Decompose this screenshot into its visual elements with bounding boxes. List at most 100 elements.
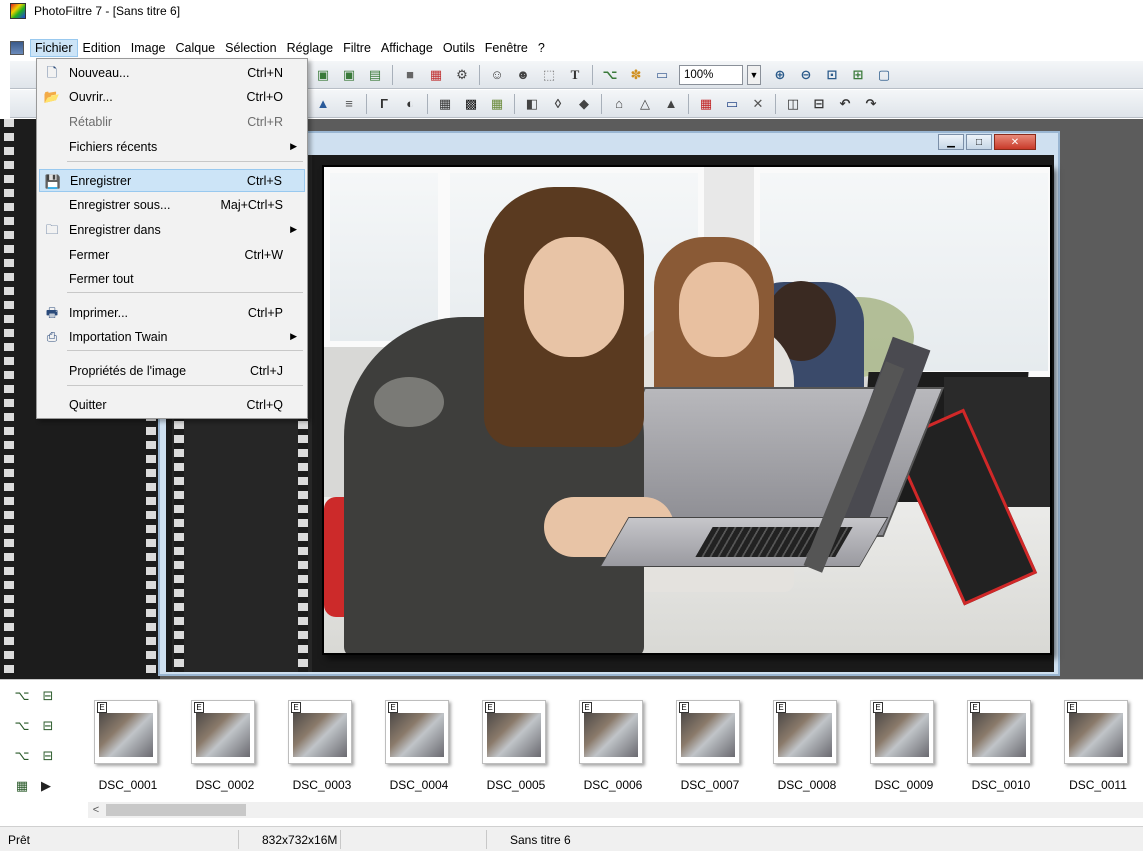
menu-affichage[interactable]: Affichage bbox=[376, 39, 438, 57]
rotate-left-icon[interactable]: ↶ bbox=[834, 93, 856, 115]
menu-item-quitter[interactable]: Quitter Ctrl+Q bbox=[39, 393, 305, 416]
menu-item-nouveau[interactable]: 🗋 Nouveau... Ctrl+N bbox=[39, 61, 305, 84]
thumbnail-item[interactable]: E DSC_0010 bbox=[961, 696, 1058, 796]
rotate-right-icon[interactable]: ↷ bbox=[860, 93, 882, 115]
zoom-combobox[interactable]: 100% bbox=[679, 64, 743, 85]
grid-dark-icon[interactable]: ▦ bbox=[434, 93, 456, 115]
folder-add-icon[interactable]: ⌥ bbox=[12, 746, 32, 766]
thumbnail-frame: E bbox=[773, 700, 837, 764]
thumbnail-frame: E bbox=[870, 700, 934, 764]
folder-up-icon[interactable]: ⌥ bbox=[12, 716, 32, 736]
thumbnail-item[interactable]: E DSC_0011 bbox=[1058, 696, 1143, 796]
drop-light-icon[interactable]: ◊ bbox=[547, 93, 569, 115]
thumbnail-image bbox=[487, 713, 541, 757]
automation-icon[interactable]: ⚙ bbox=[451, 64, 473, 86]
thumbnail-item[interactable]: E DSC_0008 bbox=[767, 696, 864, 796]
menu-item-fichiers-recents[interactable]: Fichiers récents ▶ bbox=[39, 135, 305, 158]
menu-item-imprimer[interactable]: 🖶 Imprimer... Ctrl+P bbox=[39, 301, 305, 324]
selection-rectangle-icon[interactable]: ⬚ bbox=[538, 64, 560, 86]
menu-item-label: Fichiers récents bbox=[69, 139, 158, 154]
plugin-icon[interactable]: ✽ bbox=[625, 64, 647, 86]
flip-horizontal-icon[interactable]: ◫ bbox=[782, 93, 804, 115]
folder-list-icon[interactable]: ⊟ bbox=[38, 686, 58, 706]
maximize-icon[interactable]: □ bbox=[966, 134, 992, 150]
mountain-levels-icon[interactable]: ▲ bbox=[312, 93, 334, 115]
balance-icon[interactable]: ≡ bbox=[338, 93, 360, 115]
menu-reglage[interactable]: Réglage bbox=[282, 39, 339, 57]
menu-fichier[interactable]: Fichier bbox=[30, 39, 78, 57]
contrast-icon[interactable]: ◧ bbox=[521, 93, 543, 115]
menu-item-proprietes-image[interactable]: Propriétés de l'image Ctrl+J bbox=[39, 359, 305, 382]
menu-item-importation-twain[interactable]: ⎙ Importation Twain ▶ bbox=[39, 325, 305, 348]
menu-item-enregistrer[interactable]: 💾 Enregistrer Ctrl+S bbox=[39, 169, 305, 192]
menu-outils[interactable]: Outils bbox=[438, 39, 480, 57]
thumbnail-item[interactable]: E DSC_0003 bbox=[282, 696, 379, 796]
menu-item-fermer-tout[interactable]: Fermer tout bbox=[39, 267, 305, 290]
menu-item-shortcut: Ctrl+Q bbox=[246, 397, 283, 412]
thumbnail-item[interactable]: E DSC_0009 bbox=[864, 696, 961, 796]
lasso-person-icon[interactable]: ☻ bbox=[512, 64, 534, 86]
menu-image[interactable]: Image bbox=[126, 39, 171, 57]
thumbnail-image bbox=[584, 713, 638, 757]
rgb-palette-icon[interactable]: ▦ bbox=[695, 93, 717, 115]
menu-edition[interactable]: Edition bbox=[78, 39, 126, 57]
auto-levels-icon[interactable]: Γ bbox=[373, 93, 395, 115]
fullscreen-icon[interactable]: ▢ bbox=[873, 64, 895, 86]
document-control-icon[interactable] bbox=[10, 41, 24, 55]
thumbnail-label: DSC_0008 bbox=[777, 778, 837, 792]
thumbnail-item[interactable]: E DSC_0004 bbox=[379, 696, 476, 796]
panel-icon[interactable]: ▭ bbox=[651, 64, 673, 86]
thumbnail-item[interactable]: E DSC_0002 bbox=[185, 696, 282, 796]
zoom-dropdown-icon[interactable]: ▼ bbox=[747, 64, 761, 85]
scroll-left-icon[interactable]: < bbox=[88, 802, 104, 818]
blur-light-icon[interactable]: △ bbox=[634, 93, 656, 115]
exif-badge-icon: E bbox=[388, 702, 398, 713]
thumbnail-scrollbar[interactable]: < bbox=[88, 802, 1143, 818]
layer-new-icon[interactable]: ▤ bbox=[364, 64, 386, 86]
drop-dark-icon[interactable]: ◆ bbox=[573, 93, 595, 115]
grid-green-icon[interactable]: ▦ bbox=[486, 93, 508, 115]
menu-calque[interactable]: Calque bbox=[171, 39, 221, 57]
thumbnail-image bbox=[196, 713, 250, 757]
layer-copy-icon[interactable]: ▣ bbox=[312, 64, 334, 86]
menu-fenetre[interactable]: Fenêtre bbox=[480, 39, 533, 57]
menu-help[interactable]: ? bbox=[533, 39, 550, 57]
thumbnail-item[interactable]: E DSC_0007 bbox=[670, 696, 767, 796]
close-icon[interactable]: ✕ bbox=[994, 134, 1036, 150]
grid-black-icon[interactable]: ▩ bbox=[460, 93, 482, 115]
thumbnail-frame: E bbox=[94, 700, 158, 764]
blur-dark-icon[interactable]: ▲ bbox=[660, 93, 682, 115]
layer-paste-icon[interactable]: ▣ bbox=[338, 64, 360, 86]
select-person-icon[interactable]: ☺ bbox=[486, 64, 508, 86]
menu-filtre[interactable]: Filtre bbox=[338, 39, 376, 57]
minimize-icon[interactable]: ▁ bbox=[938, 134, 964, 150]
flip-vertical-icon[interactable]: ⊟ bbox=[808, 93, 830, 115]
menu-selection[interactable]: Sélection bbox=[220, 39, 281, 57]
effects-icon[interactable]: ✕ bbox=[747, 93, 769, 115]
gradient-icon[interactable]: ■ bbox=[399, 64, 421, 86]
folder-remove-icon[interactable]: ⊟ bbox=[38, 746, 58, 766]
menu-item-fermer[interactable]: Fermer Ctrl+W bbox=[39, 243, 305, 266]
folder-favorite-icon[interactable]: ⊟ bbox=[38, 716, 58, 736]
color-palette-icon[interactable]: ▦ bbox=[425, 64, 447, 86]
fit-image-icon[interactable]: ⊡ bbox=[821, 64, 843, 86]
tree-view-icon[interactable]: ⌥ bbox=[599, 64, 621, 86]
tree-folder-icon[interactable]: ⌥ bbox=[12, 686, 32, 706]
menu-item-enregistrer-sous[interactable]: Enregistrer sous... Maj+Ctrl+S bbox=[39, 193, 305, 216]
scrollbar-thumb[interactable] bbox=[106, 804, 246, 816]
thumbnail-item[interactable]: E DSC_0006 bbox=[573, 696, 670, 796]
auto-contrast-icon[interactable]: ◐ bbox=[399, 93, 421, 115]
folder-thumbnails-icon[interactable]: ▦ bbox=[12, 776, 32, 796]
thumbnail-label: DSC_0005 bbox=[486, 778, 546, 792]
thumbnail-item[interactable]: E DSC_0001 bbox=[88, 696, 185, 796]
menu-item-ouvrir[interactable]: 📂 Ouvrir... Ctrl+O bbox=[39, 85, 305, 108]
monitor-icon[interactable]: ▭ bbox=[721, 93, 743, 115]
menu-item-enregistrer-dans[interactable]: 🗀 Enregistrer dans ▶ bbox=[39, 218, 305, 241]
play-arrow-icon[interactable]: ▶ bbox=[36, 776, 56, 796]
zoom-in-icon[interactable]: ⊕ bbox=[769, 64, 791, 86]
text-tool-icon[interactable]: T bbox=[564, 64, 586, 86]
zoom-out-icon[interactable]: ⊖ bbox=[795, 64, 817, 86]
sharpen-icon[interactable]: ⌂ bbox=[608, 93, 630, 115]
real-size-icon[interactable]: ⊞ bbox=[847, 64, 869, 86]
thumbnail-item[interactable]: E DSC_0005 bbox=[476, 696, 573, 796]
